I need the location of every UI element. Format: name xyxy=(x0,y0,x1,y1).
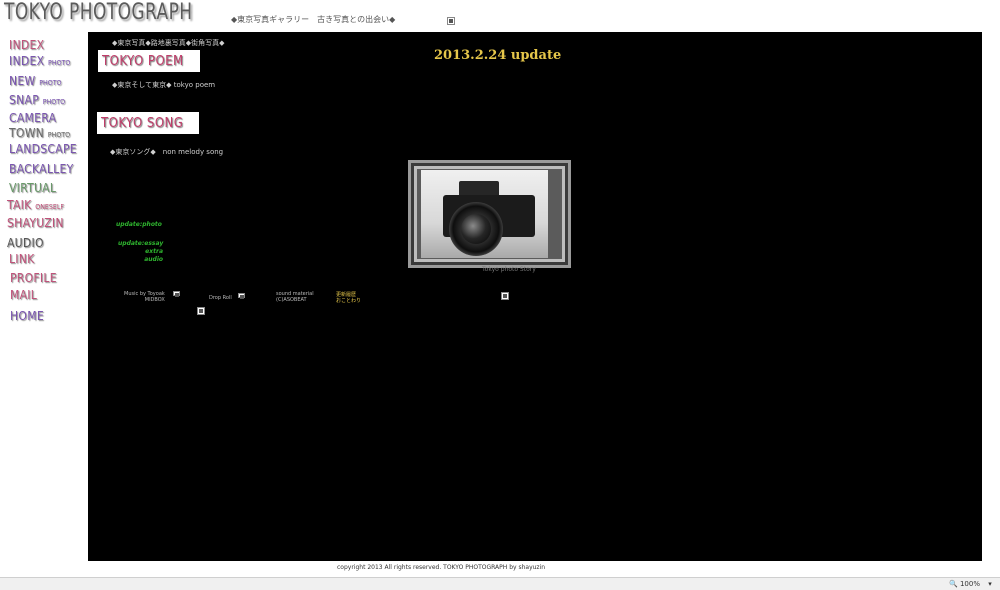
sound-credit[interactable]: sound material (C)ASOBEAT xyxy=(276,291,314,303)
featured-photo-frame[interactable] xyxy=(408,160,571,268)
sidebar-item-label: LANDSCAPE xyxy=(9,142,77,156)
update-photo-link[interactable]: update:photo xyxy=(116,221,162,229)
breadcrumb[interactable]: ◆東京写真◆路地裏写真◆街角写真◆ xyxy=(112,38,225,48)
sidebar-item-mail[interactable]: MAIL xyxy=(10,288,37,302)
sidebar-item-sublabel: PHOTO xyxy=(48,59,71,67)
sidebar-item-label: TAIK xyxy=(7,198,32,212)
sidebar-nav: INDEX INDEX PHOTO NEW PHOTO SNAP PHOTO C… xyxy=(0,36,88,576)
sidebar-item-snap-photo[interactable]: SNAP PHOTO xyxy=(9,93,65,107)
update-audio-line: audio xyxy=(144,256,163,263)
site-title: TOKYO PHOTOGRAPH xyxy=(4,0,193,25)
update-extra-line: extra xyxy=(145,248,163,255)
header-subtitle: ◆東京写真ギャラリー 古き写真との出会い◆ xyxy=(231,15,396,24)
copyright-footer: copyright 2013 All rights reserved. TOKY… xyxy=(337,564,546,571)
sidebar-item-audio[interactable]: AUDIO xyxy=(7,236,44,250)
zoom-level: 100% xyxy=(959,580,980,588)
sidebar-item-virtual[interactable]: VIRTUAL xyxy=(9,181,56,195)
banner-label: TOKYO POEM xyxy=(102,54,184,69)
sidebar-item-home[interactable]: HOME xyxy=(10,309,44,323)
broken-image-icon xyxy=(197,307,205,315)
update-essay-link[interactable]: update:essay extra audio xyxy=(118,240,163,264)
zoom-icon: 🔍 xyxy=(949,580,958,588)
sidebar-item-backalley[interactable]: BACKALLEY xyxy=(9,162,74,176)
drop-roll-credit[interactable]: Drop Roll xyxy=(209,295,232,301)
banner-label: TOKYO SONG xyxy=(101,116,184,131)
tokyo-song-link[interactable]: ◆東京ソング◆ non melody song xyxy=(110,147,223,157)
camera-photo xyxy=(421,170,548,258)
sidebar-item-label: BACKALLEY xyxy=(9,162,74,176)
broken-image-icon xyxy=(173,291,180,297)
sidebar-item-link[interactable]: LINK xyxy=(9,252,35,266)
sidebar-item-taik-oneself[interactable]: TAIK ONESELF xyxy=(7,198,64,212)
sidebar-item-index-photo[interactable]: INDEX PHOTO xyxy=(9,54,70,68)
sidebar-item-label: CAMERA xyxy=(9,111,57,125)
music-credit[interactable]: Music by Toyoak MIDBOX xyxy=(124,291,165,303)
credit-line: MIDBOX xyxy=(144,297,165,303)
sidebar-item-shayuzin[interactable]: SHAYUZIN xyxy=(7,216,64,230)
browser-statusbar: 🔍 100% ▾ xyxy=(0,577,1000,590)
sidebar-item-sublabel: PHOTO xyxy=(42,98,66,106)
sidebar-item-new-photo[interactable]: NEW PHOTO xyxy=(9,74,62,88)
broken-image-icon xyxy=(501,292,509,300)
sidebar-item-sublabel: PHOTO xyxy=(39,79,62,87)
sidebar-item-label: LINK xyxy=(9,252,35,266)
sidebar-item-label: MAIL xyxy=(10,288,38,302)
sidebar-item-label: NEW xyxy=(9,74,36,88)
sidebar-item-index[interactable]: INDEX xyxy=(9,38,44,52)
zoom-control[interactable]: 🔍 100% ▾ xyxy=(949,580,992,588)
photo-caption: Tokyo photo Story xyxy=(482,266,536,273)
sidebar-item-profile[interactable]: PROFILE xyxy=(10,271,57,285)
update-title: 2013.2.24 update xyxy=(434,48,562,63)
sidebar-item-camera[interactable]: CAMERA xyxy=(9,111,56,125)
credit-line: (C)ASOBEAT xyxy=(276,297,307,303)
page: { "header": { "site_title": "TOKYO PHOTO… xyxy=(0,0,1000,590)
main-content: ◆東京写真◆路地裏写真◆街角写真◆ 2013.2.24 update TOKYO… xyxy=(88,32,982,561)
sidebar-item-label: AUDIO xyxy=(7,236,44,250)
sidebar-item-label: TOWN xyxy=(9,126,45,140)
update-history-link[interactable]: 更新履歴 おことわり xyxy=(336,292,361,304)
tokyo-poem-banner[interactable]: TOKYO POEM xyxy=(98,50,200,72)
sidebar-item-label: HOME xyxy=(10,309,44,323)
sidebar-item-town-photo[interactable]: TOWN PHOTO xyxy=(9,126,70,140)
sidebar-item-label: INDEX xyxy=(9,54,45,68)
sidebar-item-label: SNAP xyxy=(9,93,40,107)
broken-image-icon xyxy=(238,293,245,299)
sidebar-item-label: VIRTUAL xyxy=(9,181,57,195)
camera-lens-inner xyxy=(461,214,491,244)
credit-line: おことわり xyxy=(336,298,362,304)
sidebar-item-label: PROFILE xyxy=(10,271,57,285)
chevron-down-icon: ▾ xyxy=(988,580,992,588)
broken-image-icon xyxy=(447,17,455,25)
sidebar-item-label: SHAYUZIN xyxy=(7,216,64,230)
sidebar-item-sublabel: PHOTO xyxy=(47,131,71,139)
update-essay-line: update:essay xyxy=(118,240,164,247)
tokyo-song-banner[interactable]: TOKYO SONG xyxy=(97,112,199,134)
sidebar-item-landscape[interactable]: LANDSCAPE xyxy=(9,142,77,156)
right-margin xyxy=(982,32,1000,577)
sidebar-item-label: INDEX xyxy=(9,38,45,52)
sidebar-item-sublabel: ONESELF xyxy=(35,203,65,211)
tokyo-poem-link[interactable]: ◆東京そして東京◆ tokyo poem xyxy=(112,80,215,90)
